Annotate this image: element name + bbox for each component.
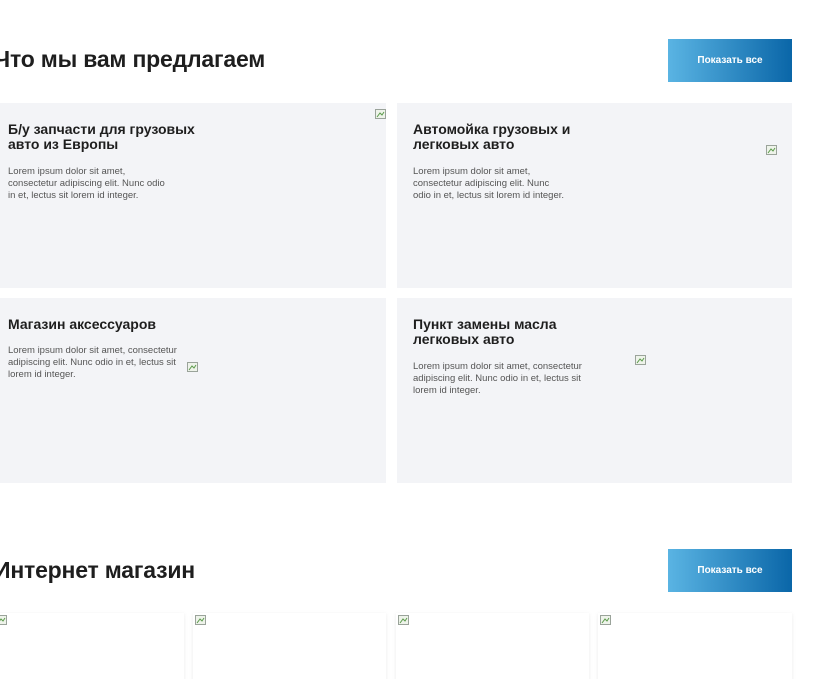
offers-show-all-button[interactable]: Показать все (668, 39, 792, 82)
offer-card-description: Lorem ipsum dolor sit amet, consectetur … (8, 166, 165, 202)
shop-product-card[interactable] (0, 613, 184, 679)
shop-product-card[interactable] (193, 613, 386, 679)
offer-card-text-line: lorem id integer. (413, 385, 481, 396)
offers-section-title: Что мы вам предлагаем (0, 46, 266, 72)
broken-image-icon (0, 615, 7, 625)
broken-image-icon (375, 109, 386, 119)
broken-image-icon (635, 355, 646, 365)
broken-image-icon (766, 145, 777, 155)
shop-product-card[interactable] (598, 613, 792, 679)
offer-card-title-line: легковых авто (413, 331, 515, 347)
offer-card-truck-parts[interactable]: Б/у запчасти для грузовых авто из Европы… (0, 103, 386, 288)
offer-card-text-line: adipiscing elit. Nunc odio in et, lectus… (8, 357, 176, 368)
shop-product-card[interactable] (396, 613, 589, 679)
offer-card-title-line: Б/у запчасти для грузовых (8, 121, 195, 137)
offer-card-title-line: Пункт замены масла (413, 316, 557, 332)
offer-card-description: Lorem ipsum dolor sit amet, consectetur … (413, 166, 564, 202)
offer-card-text-line: consectetur adipiscing elit. Nunc (413, 178, 550, 189)
offer-card-title: Б/у запчасти для грузовых авто из Европы (8, 122, 195, 152)
offer-card-text-line: Lorem ipsum dolor sit amet, consectetur (8, 345, 177, 356)
shop-show-all-button[interactable]: Показать все (668, 549, 792, 592)
offer-card-title-line: Автомойка грузовых и (413, 121, 571, 137)
offer-card-text-line: Lorem ipsum dolor sit amet, consectetur (413, 361, 582, 372)
offer-card-title: Пункт замены масла легковых авто (413, 317, 557, 347)
broken-image-icon (600, 615, 611, 625)
offer-card-description: Lorem ipsum dolor sit amet, consectetur … (8, 345, 177, 381)
offer-card-text-line: in et, lectus sit lorem id integer. (8, 190, 139, 201)
offer-card-car-wash[interactable]: Автомойка грузовых и легковых авто Lorem… (397, 103, 792, 288)
broken-image-icon (398, 615, 409, 625)
offer-card-text-line: odio in et, lectus sit lorem id integer. (413, 190, 565, 201)
shop-section-title: Интернет магазин (0, 557, 195, 583)
offer-card-text-line: Lorem ipsum dolor sit amet, (413, 166, 531, 177)
offer-card-title-line: Магазин аксессуаров (8, 316, 156, 332)
offer-card-oil-change[interactable]: Пункт замены масла легковых авто Lorem i… (397, 298, 792, 483)
offer-card-title: Автомойка грузовых и легковых авто (413, 122, 570, 152)
offer-card-accessories[interactable]: Магазин аксессуаров Lorem ipsum dolor si… (0, 298, 386, 483)
offer-card-description: Lorem ipsum dolor sit amet, consectetur … (413, 361, 582, 397)
offer-card-text-line: Lorem ipsum dolor sit amet, (8, 166, 126, 177)
offer-card-title-line: легковых авто (413, 136, 515, 152)
broken-image-icon (195, 615, 206, 625)
offer-card-title: Магазин аксессуаров (8, 317, 156, 332)
offer-card-text-line: lorem id integer. (8, 369, 76, 380)
offer-card-text-line: consectetur adipiscing elit. Nunc odio (8, 178, 165, 189)
offer-card-title-line: авто из Европы (8, 136, 119, 152)
broken-image-icon (187, 362, 198, 372)
offer-card-text-line: adipiscing elit. Nunc odio in et, lectus… (413, 373, 581, 384)
